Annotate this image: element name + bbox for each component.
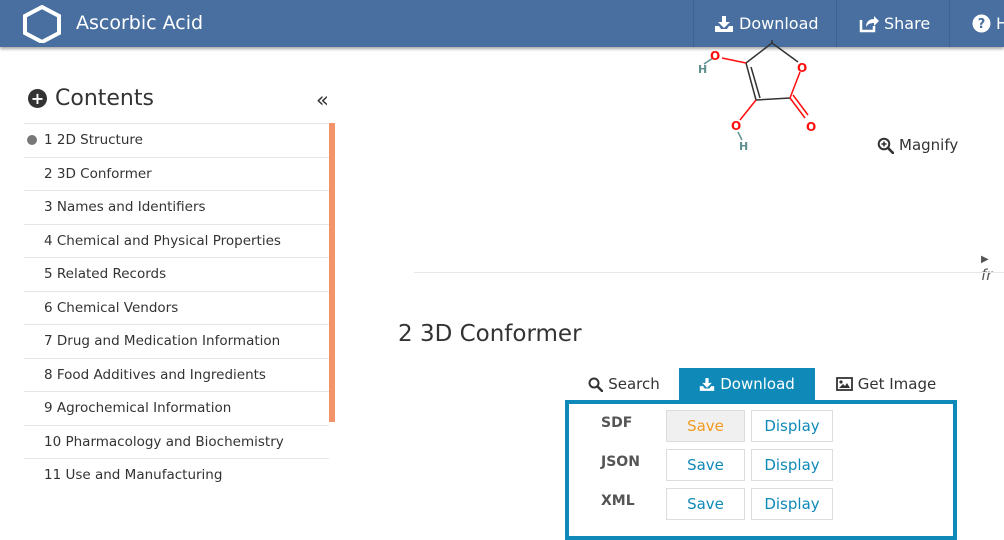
magnify-icon [877, 137, 894, 154]
help-icon: ? [972, 14, 991, 33]
toc-item-3d-conformer[interactable]: 2 3D Conformer [24, 156, 329, 191]
atom-o-label: O [797, 61, 807, 75]
format-name: XML [601, 493, 635, 509]
format-row-xml: XML Save Display [569, 484, 953, 520]
display-xml-button[interactable]: Display [751, 488, 833, 520]
magnify-label: Magnify [899, 136, 959, 154]
toc-item-pharmacology[interactable]: 10 Pharmacology and Biochemistry [24, 424, 329, 459]
share-button[interactable]: Share [836, 0, 948, 47]
toc-item-related-records[interactable]: 5 Related Records [24, 257, 329, 291]
share-icon [859, 15, 879, 33]
download-panel: SDF Save Display JSON Save Display XML S… [565, 400, 957, 540]
atom-o-label: O [710, 49, 720, 63]
toc-item-2d-structure[interactable]: 1 2D Structure [24, 123, 329, 157]
save-json-button[interactable]: Save [666, 449, 745, 481]
search-icon [588, 377, 604, 392]
contents-heading: + Contents [28, 86, 154, 111]
section-title-3d-conformer: 2 3D Conformer [398, 321, 582, 347]
toc-item-names-identifiers[interactable]: 3 Names and Identifiers [24, 190, 329, 224]
download-icon [714, 15, 734, 33]
section-divider [414, 272, 1004, 273]
toc-item-food-additives[interactable]: 8 Food Additives and Ingredients [24, 357, 329, 392]
atom-o-label: O [806, 120, 816, 134]
toc-item-drug-medication[interactable]: 7 Drug and Medication Information [24, 324, 329, 358]
save-sdf-button[interactable]: Save [666, 410, 745, 442]
collapse-sidebar-icon[interactable]: « [316, 88, 329, 112]
image-icon [835, 377, 853, 391]
source-label: fr [981, 266, 993, 284]
caret-right-icon: ▶ [981, 254, 989, 265]
help-button[interactable]: ? H [949, 0, 1004, 47]
atom-o-label: O [731, 119, 741, 133]
toc-item-chemical-physical-properties[interactable]: 4 Chemical and Physical Properties [24, 223, 329, 258]
magnify-button[interactable]: Magnify [877, 136, 958, 154]
active-dot-icon [27, 135, 37, 146]
toc-scrollbar[interactable] [329, 123, 335, 422]
source-toggle[interactable]: ▶ fr [981, 248, 1004, 284]
download-label: Download [739, 14, 819, 33]
format-row-json: JSON Save Display [569, 445, 953, 481]
share-label: Share [884, 14, 931, 33]
tab-get-image[interactable]: Get Image [828, 368, 944, 400]
svg-text:?: ? [978, 17, 986, 32]
format-name: SDF [601, 415, 633, 431]
download-icon [700, 377, 715, 391]
tab-search[interactable]: Search [574, 368, 674, 400]
display-json-button[interactable]: Display [751, 449, 833, 481]
tab-download[interactable]: Download [679, 368, 815, 400]
hexagon-logo-icon[interactable] [22, 5, 62, 43]
save-xml-button[interactable]: Save [666, 488, 745, 520]
toc-item-agrochemical[interactable]: 9 Agrochemical Information [24, 391, 329, 425]
toc-item-chemical-vendors[interactable]: 6 Chemical Vendors [24, 290, 329, 325]
atom-h-label: H [698, 63, 707, 76]
molecule-structure-image[interactable]: H O O O O H [680, 40, 840, 160]
display-sdf-button[interactable]: Display [751, 410, 833, 442]
atom-h-label: H [739, 140, 748, 153]
page-title: Ascorbic Acid [76, 12, 204, 34]
contents-title: Contents [55, 86, 154, 111]
table-of-contents: 1 2D Structure 2 3D Conformer 3 Names an… [24, 123, 329, 492]
plus-circle-icon[interactable]: + [28, 89, 47, 108]
toc-item-use-manufacturing[interactable]: 11 Use and Manufacturing [24, 458, 329, 492]
format-row-sdf: SDF Save Display [569, 406, 953, 442]
app-header: Ascorbic Acid Download Share ? H [0, 0, 1004, 47]
help-label: H [996, 14, 1004, 33]
format-name: JSON [601, 454, 640, 470]
